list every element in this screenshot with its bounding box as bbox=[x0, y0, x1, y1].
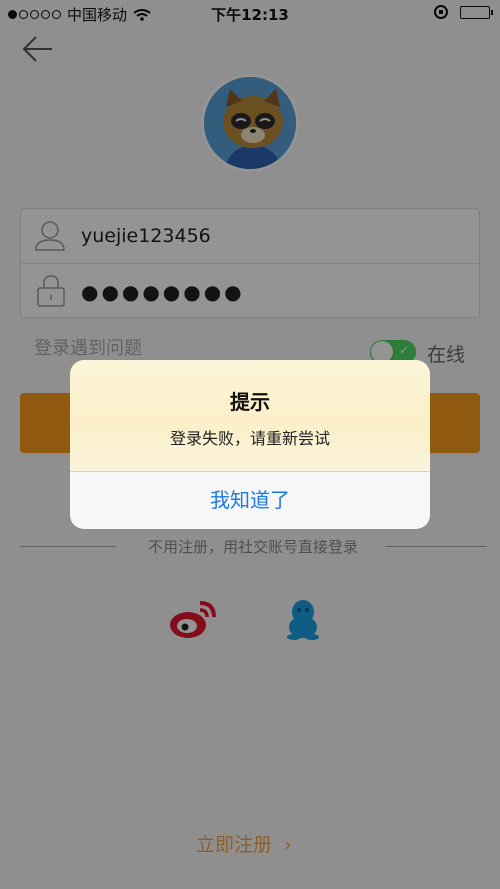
alert-dialog: 提示 登录失败，请重新尝试 我知道了 bbox=[70, 360, 430, 529]
alert-title: 提示 bbox=[230, 390, 270, 414]
alert-confirm-button[interactable]: 我知道了 bbox=[70, 472, 430, 529]
alert-message: 登录失败，请重新尝试 bbox=[169, 429, 330, 448]
